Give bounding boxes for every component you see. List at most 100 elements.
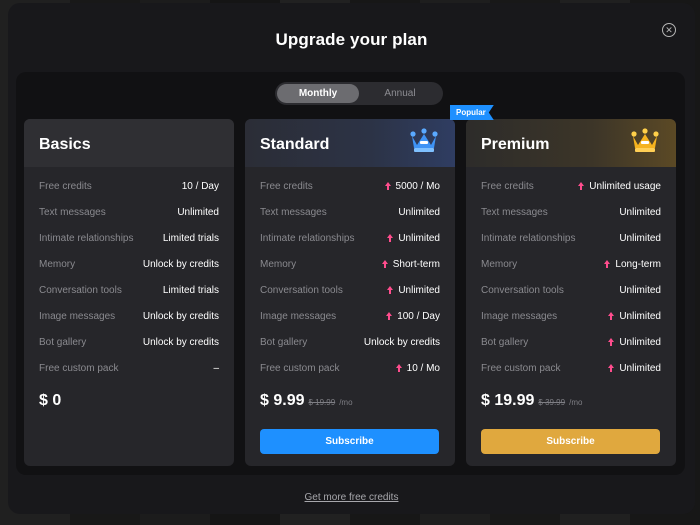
feature-row: Conversation tools Unlimited: [260, 277, 440, 303]
feature-row: Bot gallery Unlock by credits: [260, 329, 440, 355]
feature-label: Free custom pack: [39, 362, 119, 374]
plan-name: Basics: [39, 136, 91, 153]
get-more-credits-link[interactable]: Get more free credits: [8, 492, 695, 503]
feature-label: Free credits: [481, 180, 534, 192]
feature-row: Bot gallery Unlock by credits: [39, 329, 219, 355]
feature-value: Unlimited: [608, 311, 661, 322]
feature-list: Free credits 5000 / Mo Text messages Unlim…: [245, 167, 455, 381]
feature-list: Free credits 10 / Day Text messages Unlimi…: [24, 167, 234, 381]
popular-badge: Popular: [450, 105, 494, 120]
feature-value: 10 / Day: [181, 180, 219, 192]
upgrade-arrow-icon: [381, 260, 388, 268]
feature-value: Unlimited: [177, 206, 219, 218]
plan-header: Standard: [245, 119, 455, 167]
feature-value: Unlimited: [387, 233, 440, 244]
feature-row: Conversation tools Limited trials: [39, 277, 219, 303]
plan-price: $ 9.99 $ 19.99 /mo: [260, 392, 353, 410]
feature-row: Image messages 100 / Day: [260, 303, 440, 329]
original-price: $ 39.99: [538, 398, 566, 407]
feature-value: Long-term: [604, 259, 661, 270]
price-period: /mo: [339, 398, 353, 407]
feature-value: Unlimited: [619, 206, 661, 218]
feature-row: Intimate relationships Unlimited: [481, 225, 661, 251]
upgrade-arrow-icon: [578, 182, 585, 190]
monthly-toggle-option[interactable]: Monthly: [277, 84, 359, 103]
feature-value: Short-term: [381, 259, 440, 270]
feature-label: Bot gallery: [481, 336, 529, 348]
upgrade-arrow-icon: [386, 312, 393, 320]
feature-label: Free credits: [39, 180, 92, 192]
feature-value: –: [213, 362, 219, 374]
feature-label: Conversation tools: [260, 284, 343, 296]
feature-row: Memory Short-term: [260, 251, 440, 277]
feature-value: Unlimited usage: [578, 181, 661, 192]
close-icon[interactable]: ✕: [662, 23, 676, 37]
feature-value: Limited trials: [162, 232, 219, 244]
feature-label: Conversation tools: [39, 284, 122, 296]
upgrade-arrow-icon: [387, 286, 394, 294]
feature-row: Free credits Unlimited usage: [481, 173, 661, 199]
feature-label: Free credits: [260, 180, 313, 192]
feature-row: Bot gallery Unlimited: [481, 329, 661, 355]
subscribe-premium-button[interactable]: Subscribe: [481, 429, 660, 454]
feature-label: Intimate relationships: [481, 232, 576, 244]
plan-name: Standard: [260, 136, 330, 153]
billing-period-toggle: Monthly Annual: [275, 82, 443, 105]
feature-label: Conversation tools: [481, 284, 564, 296]
plan-card-premium: Premium Free credits Unlimited usage Text…: [466, 119, 676, 466]
price-amount: $ 0: [39, 392, 62, 409]
feature-row: Free custom pack Unlimited: [481, 355, 661, 381]
plan-name: Premium: [481, 136, 550, 153]
upgrade-arrow-icon: [608, 364, 615, 372]
plans-panel: Monthly Annual Basics Free credits 10 / D…: [16, 72, 685, 475]
feature-label: Image messages: [39, 310, 116, 322]
price-period: /mo: [569, 398, 583, 407]
feature-label: Text messages: [481, 206, 548, 218]
feature-row: Text messages Unlimited: [260, 199, 440, 225]
feature-row: Free credits 10 / Day: [39, 173, 219, 199]
feature-row: Image messages Unlimited: [481, 303, 661, 329]
original-price: $ 19.99: [308, 398, 336, 407]
upgrade-arrow-icon: [387, 234, 394, 242]
plan-card-standard: Standard Free credits 5000 / Mo Text mess…: [245, 119, 455, 466]
feature-row: Free custom pack –: [39, 355, 219, 381]
plan-price: $ 19.99 $ 39.99 /mo: [481, 392, 582, 410]
plan-price: $ 0: [39, 392, 61, 410]
feature-label: Intimate relationships: [260, 232, 355, 244]
blue-crown-icon: [410, 128, 438, 152]
feature-row: Free custom pack 10 / Mo: [260, 355, 440, 381]
plan-card-basics: Basics Free credits 10 / Day Text message…: [24, 119, 234, 466]
subscribe-standard-button[interactable]: Subscribe: [260, 429, 439, 454]
feature-value: Unlimited: [619, 284, 661, 296]
feature-value: 10 / Mo: [395, 363, 440, 374]
feature-row: Image messages Unlock by credits: [39, 303, 219, 329]
feature-row: Memory Unlock by credits: [39, 251, 219, 277]
feature-label: Memory: [260, 258, 297, 270]
feature-label: Bot gallery: [260, 336, 308, 348]
feature-label: Text messages: [260, 206, 327, 218]
price-amount: $ 9.99: [260, 392, 305, 409]
upgrade-arrow-icon: [604, 260, 611, 268]
feature-row: Text messages Unlimited: [39, 199, 219, 225]
feature-value: Unlimited: [387, 285, 440, 296]
annual-toggle-option[interactable]: Annual: [359, 84, 441, 103]
upgrade-plan-modal: Upgrade your plan ✕ Monthly Annual Basic…: [8, 3, 695, 514]
upgrade-arrow-icon: [395, 364, 402, 372]
plan-header: Basics: [24, 119, 234, 167]
feature-label: Intimate relationships: [39, 232, 134, 244]
feature-label: Free custom pack: [481, 362, 561, 374]
feature-label: Memory: [481, 258, 518, 270]
feature-value: Unlock by credits: [142, 336, 219, 348]
feature-value: Unlock by credits: [363, 336, 440, 348]
feature-value: 100 / Day: [386, 311, 440, 322]
feature-row: Free credits 5000 / Mo: [260, 173, 440, 199]
plan-header: Premium: [466, 119, 676, 167]
feature-value: Unlimited: [608, 363, 661, 374]
feature-value: Limited trials: [162, 284, 219, 296]
feature-list: Free credits Unlimited usage Text message…: [466, 167, 676, 381]
feature-row: Conversation tools Unlimited: [481, 277, 661, 303]
feature-label: Image messages: [481, 310, 558, 322]
feature-label: Free custom pack: [260, 362, 340, 374]
feature-value: Unlimited: [398, 206, 440, 218]
feature-row: Intimate relationships Limited trials: [39, 225, 219, 251]
